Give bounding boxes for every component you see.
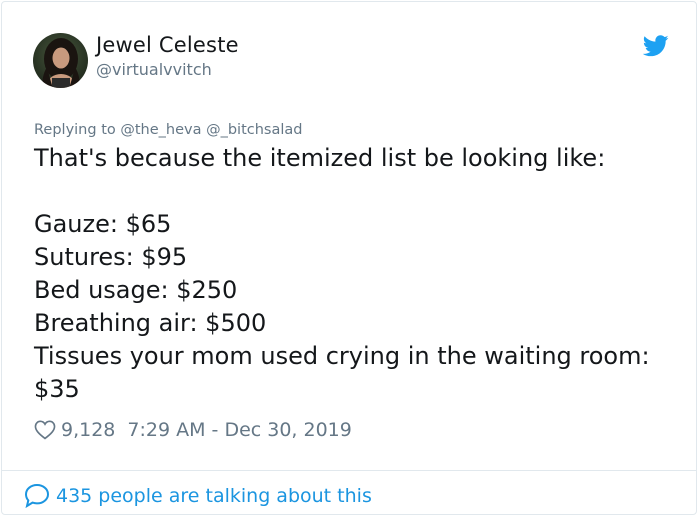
like-count[interactable]: 9,128 bbox=[61, 419, 115, 441]
avatar-image bbox=[33, 33, 88, 88]
tweet-line: Bed usage: $250 bbox=[34, 276, 238, 304]
tweet-line: Sutures: $95 bbox=[34, 243, 188, 271]
conversation-label[interactable]: 435 people are talking about this bbox=[56, 485, 372, 507]
timestamp[interactable]: 7:29 AM - Dec 30, 2019 bbox=[127, 419, 351, 441]
tweet-line: Tissues your mom used crying in the wait… bbox=[34, 342, 650, 370]
speech-bubble-icon bbox=[24, 483, 50, 508]
conversation-link[interactable]: 435 people are talking about this bbox=[24, 483, 372, 508]
divider bbox=[2, 470, 696, 471]
avatar[interactable] bbox=[33, 33, 88, 88]
author-name[interactable]: Jewel Celeste bbox=[96, 33, 239, 57]
tweet-text: That's because the itemized list be look… bbox=[34, 142, 674, 406]
tweet-line: That's because the itemized list be look… bbox=[34, 144, 606, 172]
tweet-line: $35 bbox=[34, 375, 80, 403]
reply-context: Replying to @the_heva @_bitchsalad bbox=[34, 122, 303, 138]
tweet-line: Breathing air: $500 bbox=[34, 309, 267, 337]
tweet-line: Gauze: $65 bbox=[34, 210, 172, 238]
author-handle[interactable]: @virtualvvitch bbox=[96, 60, 212, 79]
twitter-bird-icon[interactable] bbox=[643, 35, 669, 57]
tweet-meta: 9,128 7:29 AM - Dec 30, 2019 bbox=[34, 419, 352, 441]
tweet-card: Jewel Celeste @virtualvvitch Replying to… bbox=[1, 1, 697, 515]
heart-icon[interactable] bbox=[34, 420, 56, 440]
